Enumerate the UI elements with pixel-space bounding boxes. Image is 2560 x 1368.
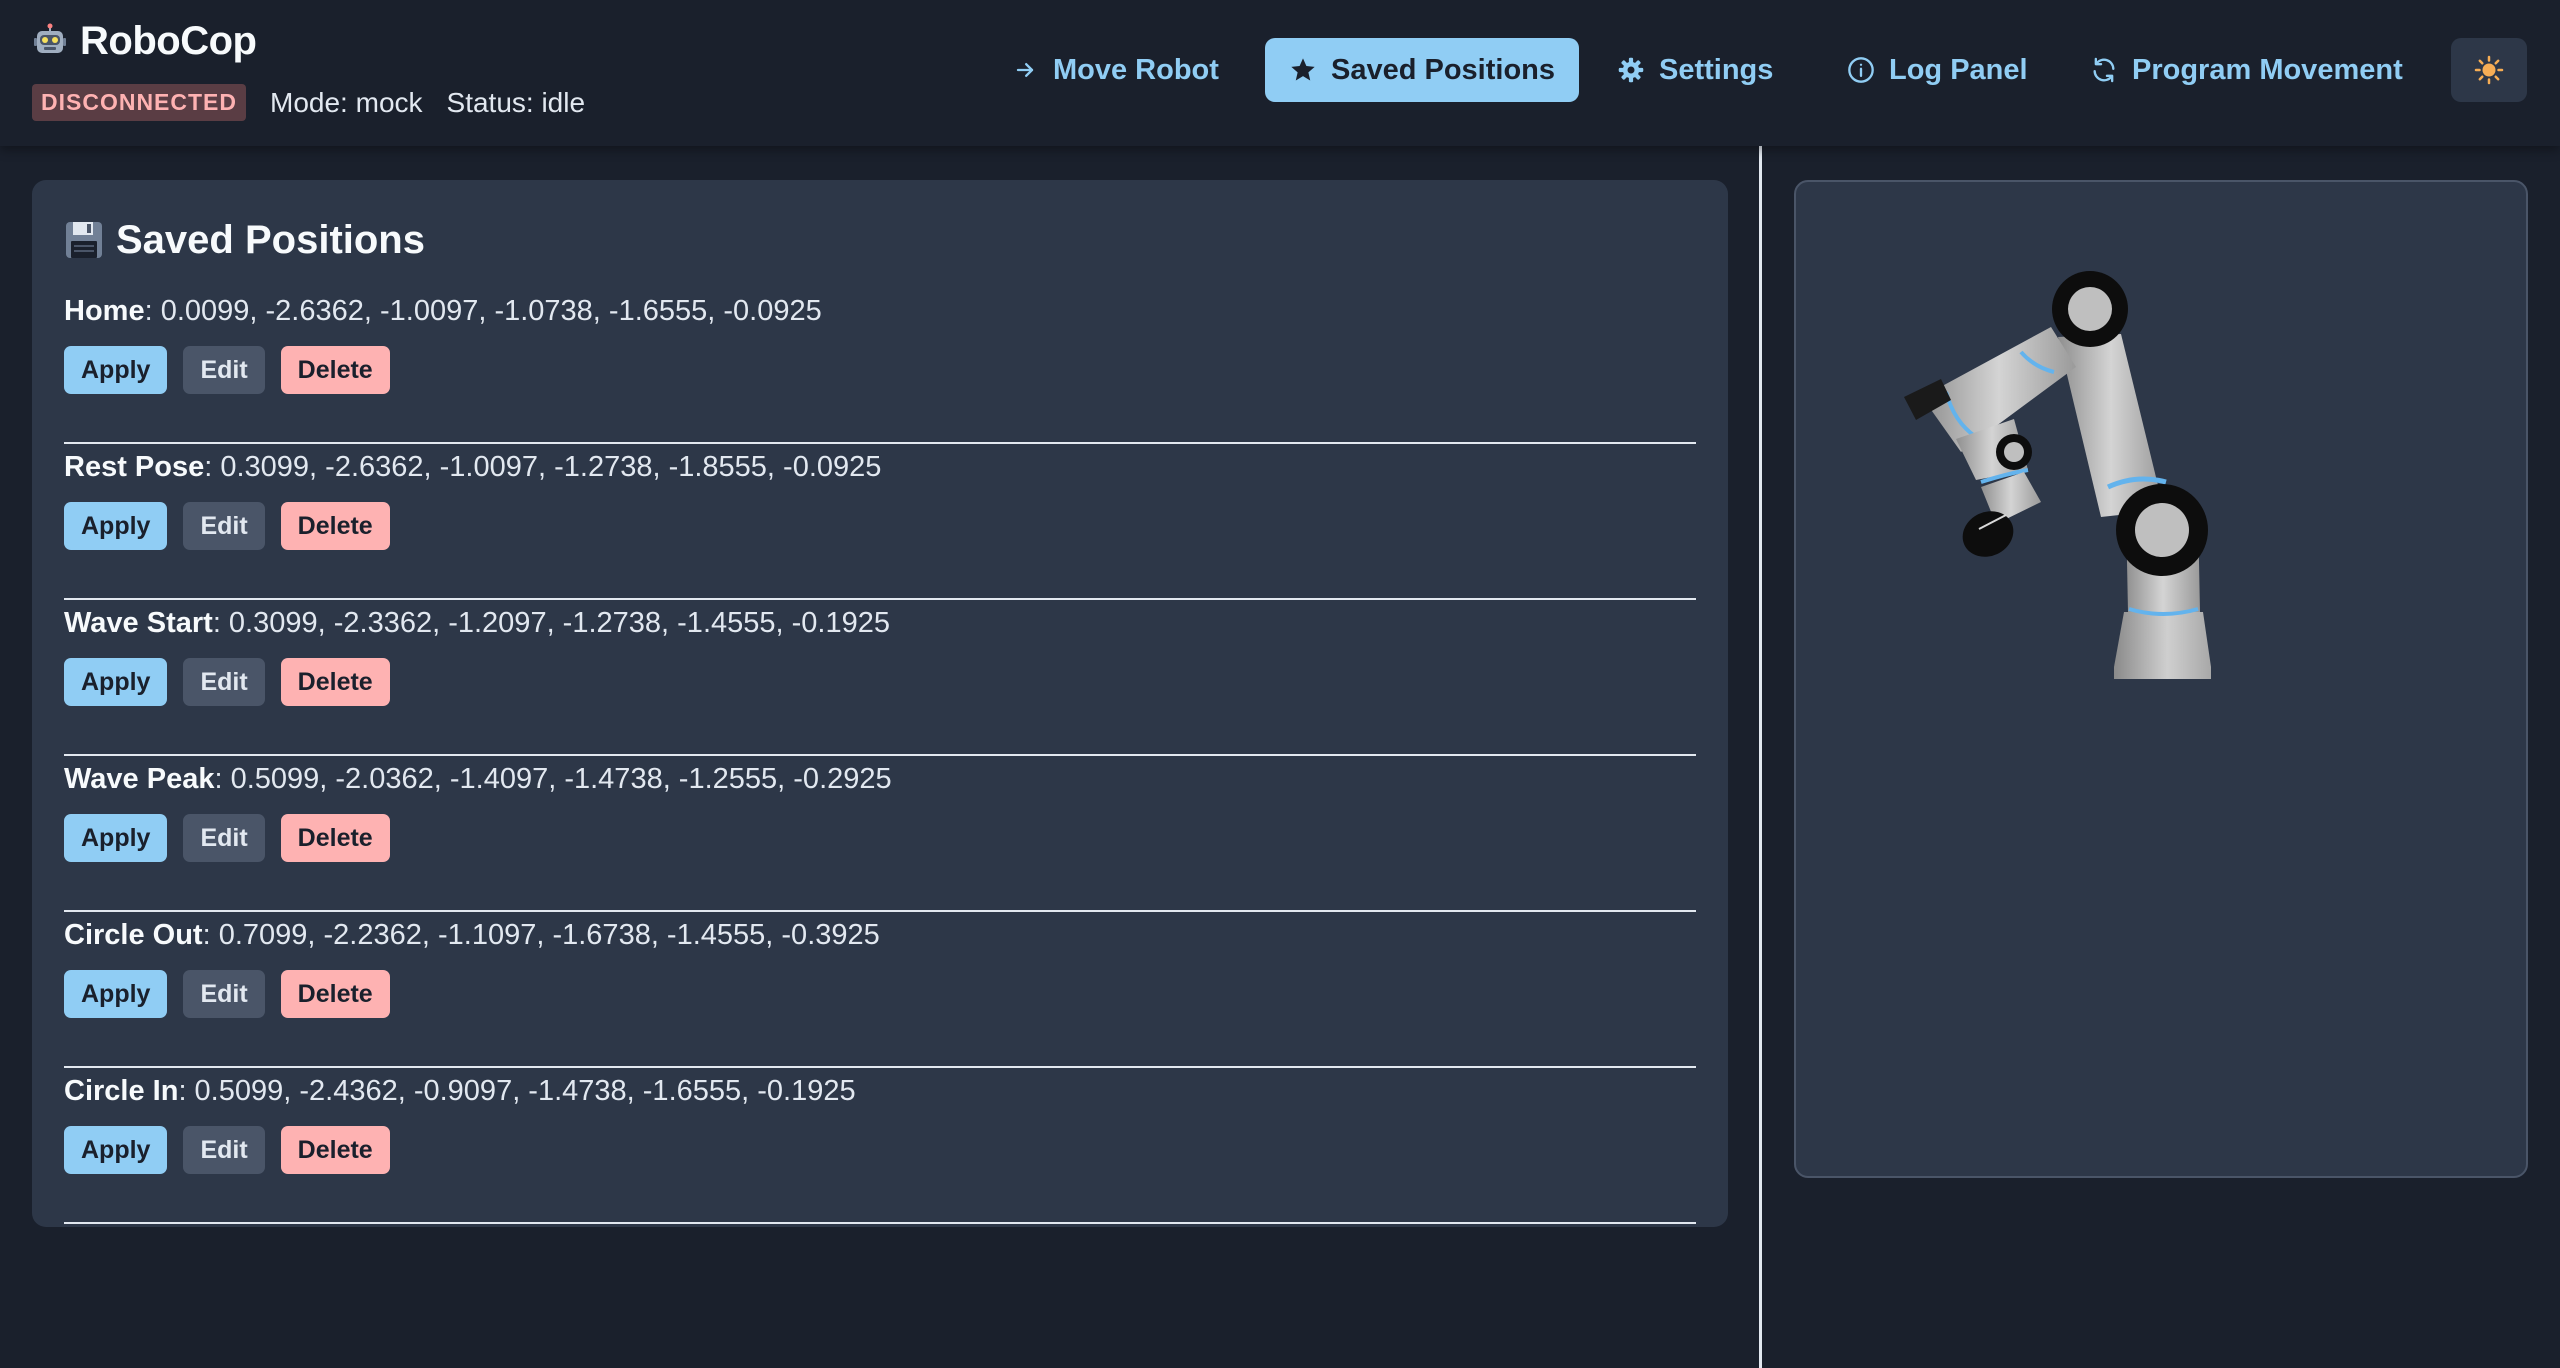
delete-button[interactable]: Delete bbox=[280, 970, 390, 1018]
edit-button[interactable]: Edit bbox=[183, 502, 265, 550]
panel-divider[interactable] bbox=[1759, 146, 1762, 1368]
edit-button[interactable]: Edit bbox=[183, 658, 265, 706]
robot-3d-viewer[interactable] bbox=[1794, 180, 2528, 1178]
apply-button[interactable]: Apply bbox=[64, 346, 168, 394]
position-name: Home bbox=[64, 295, 145, 327]
mode-text: Mode: mock bbox=[270, 86, 423, 118]
gear-icon bbox=[1618, 57, 1644, 83]
position-item-rest-pose: Rest Pose: 0.3099, -2.6362, -1.0097, -1.… bbox=[64, 444, 1696, 600]
position-name: Circle Out bbox=[64, 919, 203, 951]
delete-button[interactable]: Delete bbox=[280, 502, 390, 550]
sun-icon bbox=[2474, 55, 2504, 85]
nav-move-robot[interactable]: Move Robot bbox=[987, 38, 1243, 102]
saved-positions-panel: Saved Positions Home: 0.0099, -2.6362, -… bbox=[32, 180, 1728, 1227]
edit-button[interactable]: Edit bbox=[183, 346, 265, 394]
positions-list: Home: 0.0099, -2.6362, -1.0097, -1.0738,… bbox=[64, 288, 1696, 1224]
brand: RoboCop DISCONNECTED Mode: mock Status: … bbox=[32, 16, 585, 121]
position-values: : 0.0099, -2.6362, -1.0097, -1.0738, -1.… bbox=[144, 295, 822, 327]
edit-button[interactable]: Edit bbox=[183, 1126, 265, 1174]
position-values: : 0.5099, -2.4362, -0.9097, -1.4738, -1.… bbox=[178, 1075, 856, 1107]
star-icon bbox=[1291, 58, 1315, 81]
connection-status-badge: DISCONNECTED bbox=[32, 84, 247, 121]
robot-arm-model bbox=[1904, 271, 2211, 679]
position-item-home: Home: 0.0099, -2.6362, -1.0097, -1.0738,… bbox=[64, 288, 1696, 444]
position-name: Wave Start bbox=[64, 607, 213, 639]
position-name: Rest Pose bbox=[64, 451, 205, 483]
nav-saved-positions[interactable]: Saved Positions bbox=[1265, 38, 1580, 102]
delete-button[interactable]: Delete bbox=[280, 1126, 390, 1174]
info-icon bbox=[1848, 57, 1874, 83]
edit-button[interactable]: Edit bbox=[183, 814, 265, 862]
nav-settings[interactable]: Settings bbox=[1593, 38, 1797, 102]
delete-button[interactable]: Delete bbox=[280, 346, 390, 394]
position-item-circle-out: Circle Out: 0.7099, -2.2362, -1.1097, -1… bbox=[64, 912, 1696, 1068]
position-values: : 0.7099, -2.2362, -1.1097, -1.6738, -1.… bbox=[202, 919, 880, 951]
position-item-wave-start: Wave Start: 0.3099, -2.3362, -1.2097, -1… bbox=[64, 600, 1696, 756]
apply-button[interactable]: Apply bbox=[64, 502, 168, 550]
nav-program-movement[interactable]: Program Movement bbox=[2066, 38, 2427, 102]
delete-button[interactable]: Delete bbox=[280, 814, 390, 862]
position-name: Circle In bbox=[64, 1075, 179, 1107]
apply-button[interactable]: Apply bbox=[64, 658, 168, 706]
nav-log-panel[interactable]: Log Panel bbox=[1823, 38, 2052, 102]
apply-button[interactable]: Apply bbox=[64, 970, 168, 1018]
arrow-right-icon bbox=[1016, 63, 1034, 78]
robot-icon bbox=[34, 23, 66, 53]
app-header: RoboCop DISCONNECTED Mode: mock Status: … bbox=[0, 0, 2560, 146]
status-text: Status: idle bbox=[446, 86, 586, 118]
position-name: Wave Peak bbox=[64, 763, 215, 795]
position-item-circle-in: Circle In: 0.5099, -2.4362, -0.9097, -1.… bbox=[64, 1068, 1696, 1224]
apply-button[interactable]: Apply bbox=[64, 814, 168, 862]
apply-button[interactable]: Apply bbox=[64, 1126, 168, 1174]
refresh-icon bbox=[2093, 57, 2115, 83]
theme-toggle-button[interactable] bbox=[2451, 38, 2527, 102]
floppy-disk-icon bbox=[66, 222, 102, 258]
panel-title: Saved Positions bbox=[116, 217, 425, 262]
position-item-wave-peak: Wave Peak: 0.5099, -2.0362, -1.4097, -1.… bbox=[64, 756, 1696, 912]
position-values: : 0.5099, -2.0362, -1.4097, -1.4738, -1.… bbox=[214, 763, 892, 795]
position-values: : 0.3099, -2.6362, -1.0097, -1.2738, -1.… bbox=[204, 451, 882, 483]
app-title: RoboCop bbox=[80, 18, 257, 63]
edit-button[interactable]: Edit bbox=[183, 970, 265, 1018]
delete-button[interactable]: Delete bbox=[280, 658, 390, 706]
position-values: : 0.3099, -2.3362, -1.2097, -1.2738, -1.… bbox=[212, 607, 890, 639]
